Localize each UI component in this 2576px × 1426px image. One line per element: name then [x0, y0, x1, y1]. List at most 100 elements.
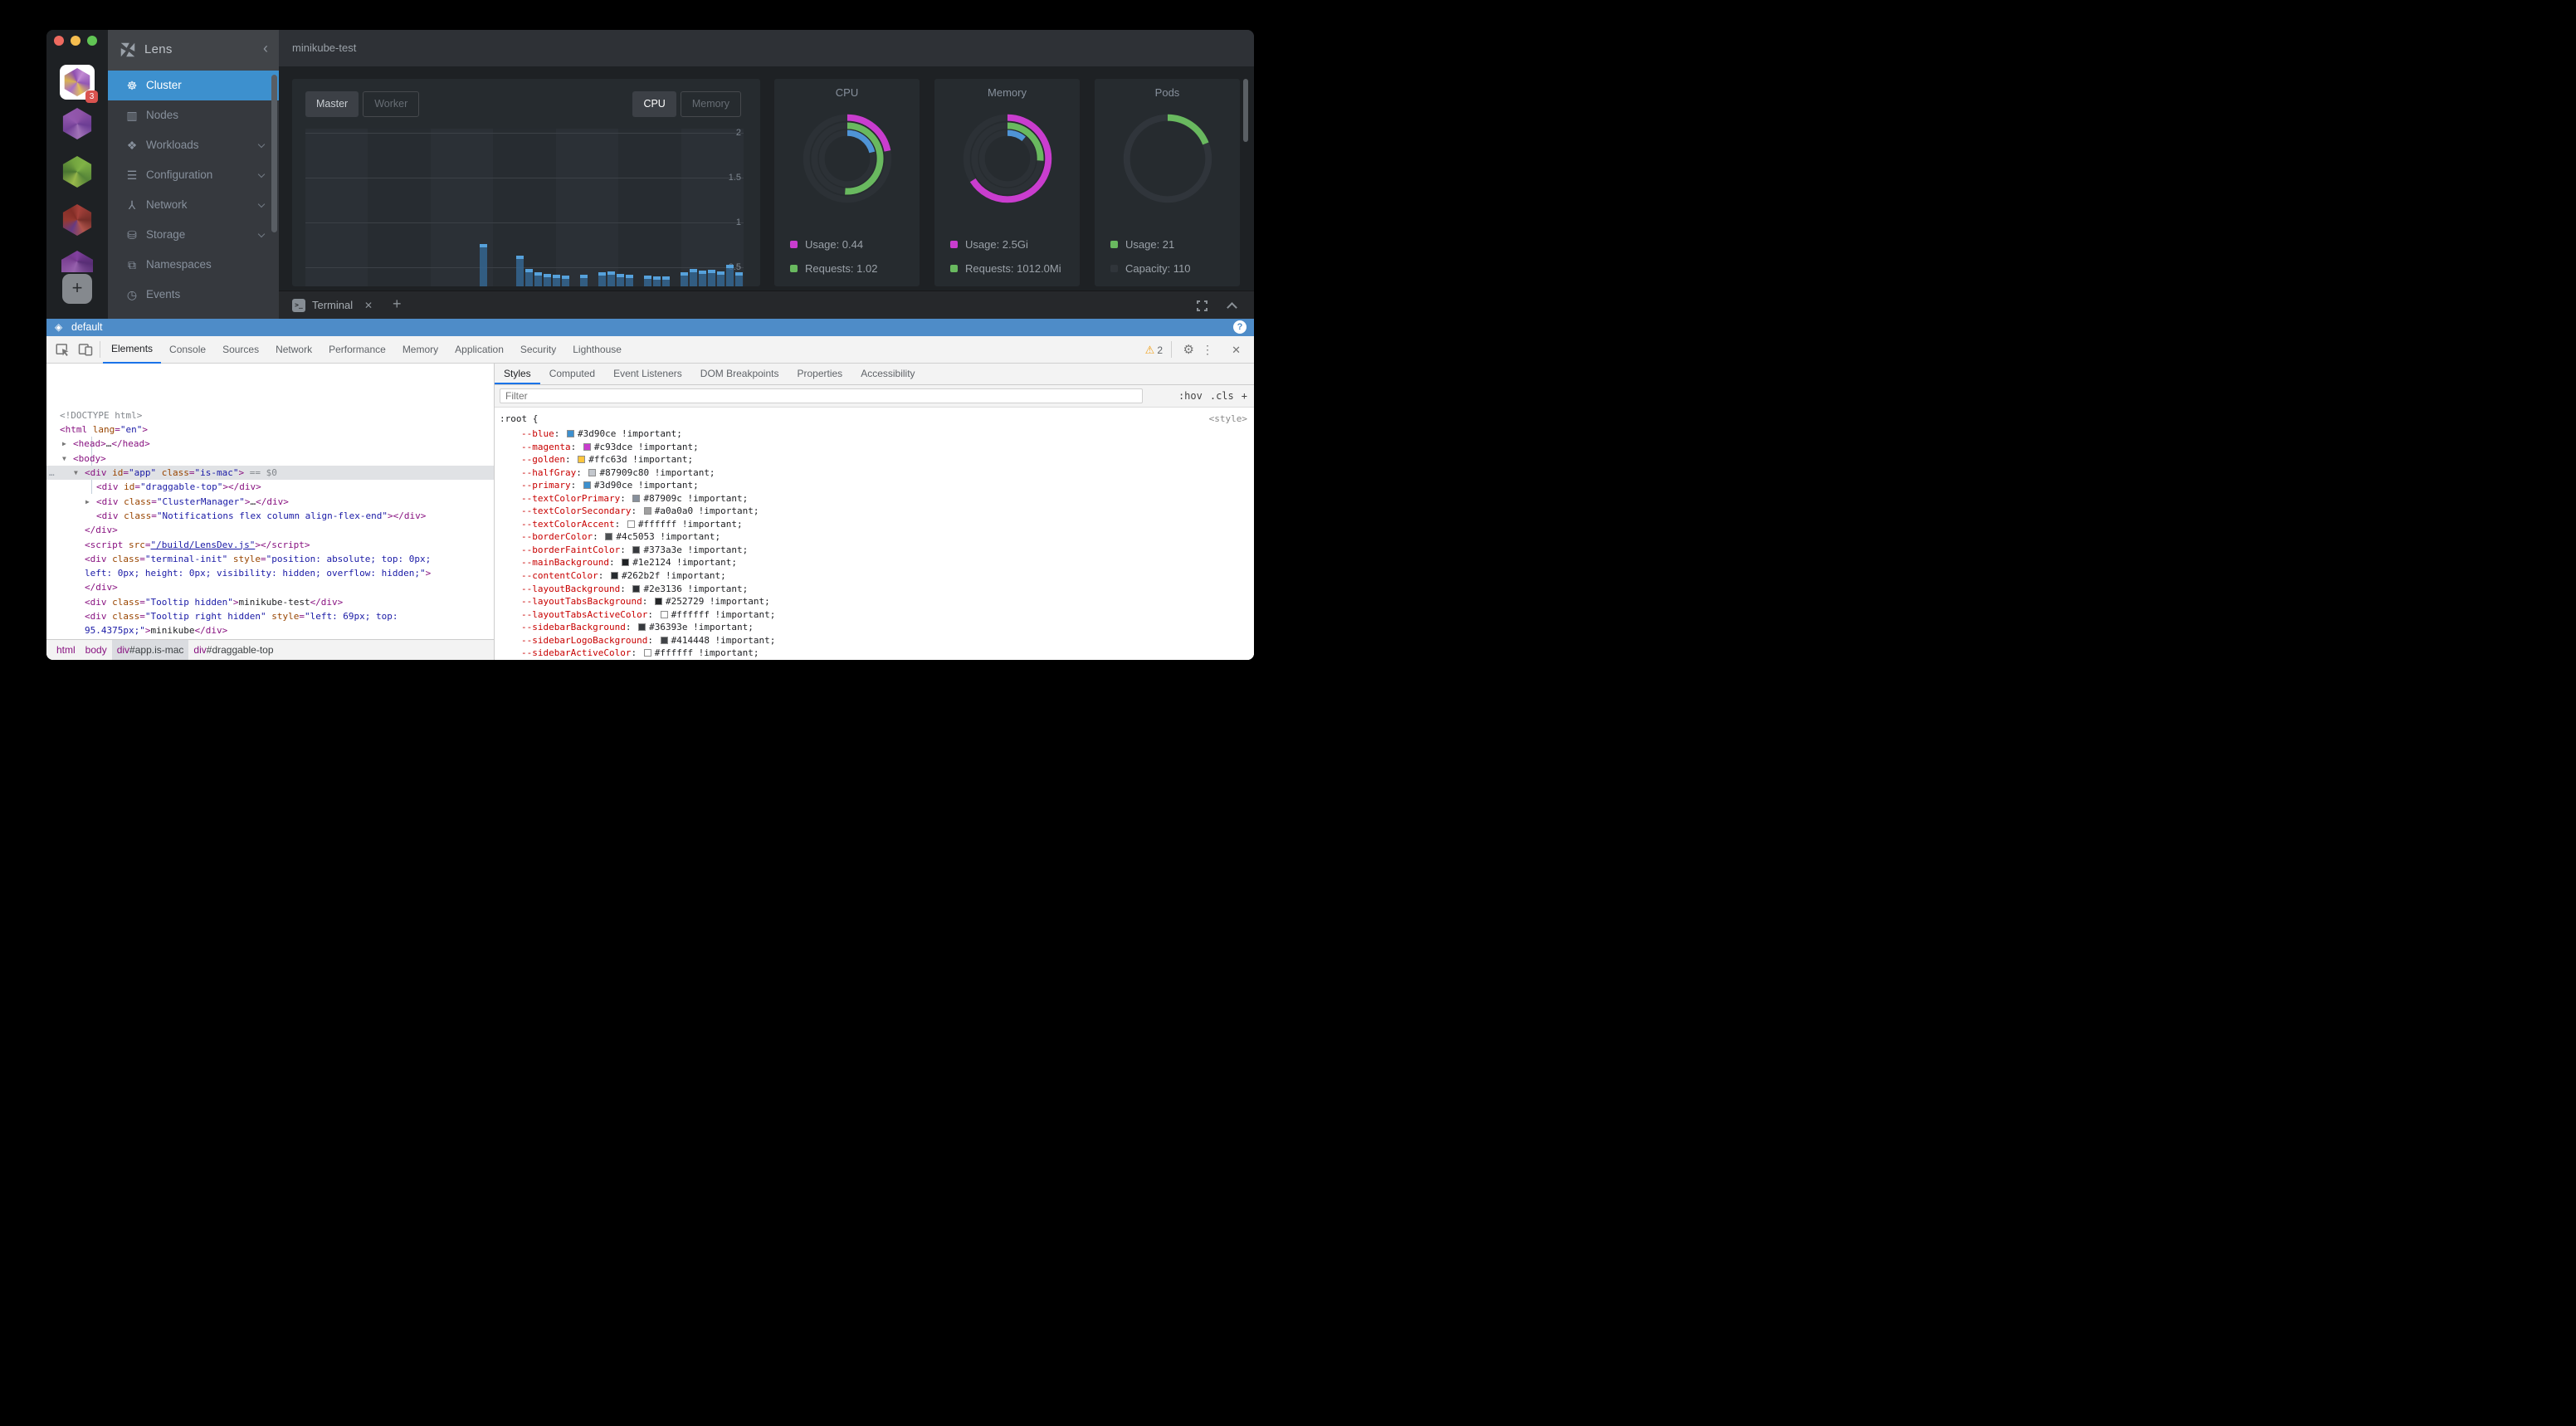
sidebar-item-events[interactable]: ◷Events: [108, 280, 279, 310]
breadcrumb-item[interactable]: html: [51, 640, 80, 660]
tab-security[interactable]: Security: [512, 336, 564, 364]
dom-tree-node[interactable]: <div class="Tooltip hidden">minikube-tes…: [46, 595, 494, 609]
color-swatch[interactable]: [583, 481, 591, 489]
breadcrumb-item[interactable]: body: [80, 640, 112, 660]
close-window-button[interactable]: [54, 36, 64, 46]
tab-elements[interactable]: Elements: [103, 336, 161, 364]
color-swatch[interactable]: [611, 572, 618, 579]
stylesheet-origin-link[interactable]: <style>: [1209, 413, 1247, 425]
color-swatch[interactable]: [567, 430, 574, 437]
sidebar-item-network[interactable]: ⅄Network: [108, 190, 279, 220]
color-swatch[interactable]: [655, 598, 662, 605]
collapse-arrow-icon[interactable]: ▼: [74, 466, 78, 480]
dom-tree-node[interactable]: <div id="draggable-top"></div>: [46, 480, 494, 494]
css-variable-row[interactable]: --golden: #ffc63d !important;: [495, 453, 1254, 466]
color-swatch[interactable]: [644, 507, 651, 515]
device-toolbar-icon[interactable]: [78, 342, 93, 357]
color-swatch[interactable]: [638, 623, 646, 631]
styles-tab-computed[interactable]: Computed: [540, 364, 604, 384]
css-variable-row[interactable]: --layoutTabsBackground: #252729 !importa…: [495, 595, 1254, 608]
css-selector[interactable]: :root {: [500, 413, 538, 424]
cluster-icon-green[interactable]: [61, 156, 93, 188]
css-variable-row[interactable]: --sidebarLogoBackground: #414448 !import…: [495, 634, 1254, 647]
breadcrumb-item[interactable]: div#draggable-top: [188, 640, 278, 660]
zoom-window-button[interactable]: [87, 36, 97, 46]
tab-performance[interactable]: Performance: [320, 336, 394, 364]
namespace-label[interactable]: default: [71, 319, 103, 336]
metric-tab-cpu[interactable]: CPU: [632, 91, 676, 117]
node-tab-master[interactable]: Master: [305, 91, 359, 117]
css-variable-row[interactable]: --layoutBackground: #2e3136 !important;: [495, 583, 1254, 596]
styles-tab-dom-breakpoints[interactable]: DOM Breakpoints: [691, 364, 788, 384]
css-variable-row[interactable]: --mainBackground: #1e2124 !important;: [495, 556, 1254, 569]
color-swatch[interactable]: [578, 456, 585, 463]
css-variable-row[interactable]: --blue: #3d90ce !important;: [495, 427, 1254, 441]
help-button[interactable]: ?: [1233, 320, 1247, 334]
css-variable-row[interactable]: --sidebarActiveColor: #ffffff !important…: [495, 647, 1254, 660]
style-toggle-[interactable]: +: [1242, 390, 1247, 402]
color-swatch[interactable]: [632, 585, 640, 593]
styles-tab-event-listeners[interactable]: Event Listeners: [604, 364, 691, 384]
styles-tab-styles[interactable]: Styles: [495, 364, 540, 384]
css-variable-row[interactable]: --textColorPrimary: #87909c !important;: [495, 492, 1254, 505]
css-variable-row[interactable]: --textColorSecondary: #a0a0a0 !important…: [495, 505, 1254, 518]
css-variable-row[interactable]: --sidebarBackground: #36393e !important;: [495, 621, 1254, 634]
style-toggle-cls[interactable]: .cls: [1210, 390, 1234, 402]
styles-tab-properties[interactable]: Properties: [788, 364, 851, 384]
add-cluster-button[interactable]: +: [62, 274, 92, 304]
dom-tree-node[interactable]: <div class="terminal-init" style="positi…: [46, 552, 494, 566]
sidebar-item-storage[interactable]: ⛁Storage: [108, 220, 279, 250]
dom-tree-node[interactable]: <div class="Tooltip right hidden" style=…: [46, 609, 494, 623]
dom-tree-node[interactable]: ▶<div class="ClusterManager">…</div>: [46, 495, 494, 509]
terminal-tab[interactable]: Terminal: [312, 291, 353, 320]
main-scrollbar[interactable]: [1243, 79, 1248, 142]
color-swatch[interactable]: [644, 649, 651, 657]
tab-sources[interactable]: Sources: [214, 336, 267, 364]
cluster-icon-violet[interactable]: [61, 251, 93, 272]
warning-badge[interactable]: ⚠2: [1145, 336, 1163, 364]
style-toggle-hov[interactable]: :hov: [1178, 390, 1203, 402]
styles-filter-input[interactable]: [500, 388, 1143, 403]
css-variable-row[interactable]: --contentColor: #262b2f !important;: [495, 569, 1254, 583]
dom-tree-node[interactable]: <div class="Notifications flex column al…: [46, 509, 494, 523]
sidebar-item-workloads[interactable]: ❖Workloads: [108, 130, 279, 160]
settings-gear-icon[interactable]: ⚙: [1183, 336, 1194, 364]
css-variable-row[interactable]: --layoutTabsActiveColor: #ffffff !import…: [495, 608, 1254, 622]
tab-lighthouse[interactable]: Lighthouse: [564, 336, 630, 364]
minimize-window-button[interactable]: [71, 36, 80, 46]
dom-tree-node[interactable]: ▶<head>…</head>: [46, 437, 494, 451]
active-cluster-icon[interactable]: 3: [60, 65, 95, 100]
color-swatch[interactable]: [622, 559, 629, 566]
dom-tree-node[interactable]: <script src="/build/LensDev.js"></script…: [46, 538, 494, 552]
expand-arrow-icon[interactable]: ▶: [62, 437, 66, 451]
css-variable-row[interactable]: --magenta: #c93dce !important;: [495, 441, 1254, 454]
add-terminal-icon[interactable]: +: [393, 291, 402, 317]
expand-dock-icon[interactable]: [1227, 302, 1237, 313]
color-swatch[interactable]: [632, 546, 640, 554]
tab-application[interactable]: Application: [446, 336, 512, 364]
color-swatch[interactable]: [605, 533, 612, 540]
tab-network[interactable]: Network: [267, 336, 320, 364]
sidebar-item-cluster[interactable]: ☸Cluster: [108, 71, 279, 100]
fullscreen-dock-icon[interactable]: [1197, 300, 1208, 311]
dom-tree-node[interactable]: </div>: [46, 523, 494, 537]
sidebar-item-configuration[interactable]: ☰Configuration: [108, 160, 279, 190]
collapse-arrow-icon[interactable]: ▼: [62, 452, 66, 466]
color-swatch[interactable]: [661, 611, 668, 618]
tab-console[interactable]: Console: [161, 336, 214, 364]
metric-tab-memory[interactable]: Memory: [681, 91, 741, 117]
inspect-element-icon[interactable]: [55, 342, 70, 357]
css-variable-row[interactable]: --borderFaintColor: #373a3e !important;: [495, 544, 1254, 557]
color-swatch[interactable]: [627, 520, 635, 528]
dom-tree-node[interactable]: <html lang="en">: [46, 422, 494, 437]
css-variable-row[interactable]: --borderColor: #4c5053 !important;: [495, 530, 1254, 544]
sidebar-item-namespaces[interactable]: ⧉Namespaces: [108, 250, 279, 280]
css-variable-row[interactable]: --primary: #3d90ce !important;: [495, 479, 1254, 492]
tab-memory[interactable]: Memory: [394, 336, 446, 364]
node-tab-worker[interactable]: Worker: [363, 91, 419, 117]
dom-tree-node[interactable]: 95.4375px;">minikube</div>: [46, 623, 494, 637]
css-variable-row[interactable]: --halfGray: #87909c80 !important;: [495, 466, 1254, 480]
cluster-icon-purple[interactable]: [61, 108, 93, 139]
css-variable-row[interactable]: --textColorAccent: #ffffff !important;: [495, 518, 1254, 531]
color-swatch[interactable]: [588, 469, 596, 476]
